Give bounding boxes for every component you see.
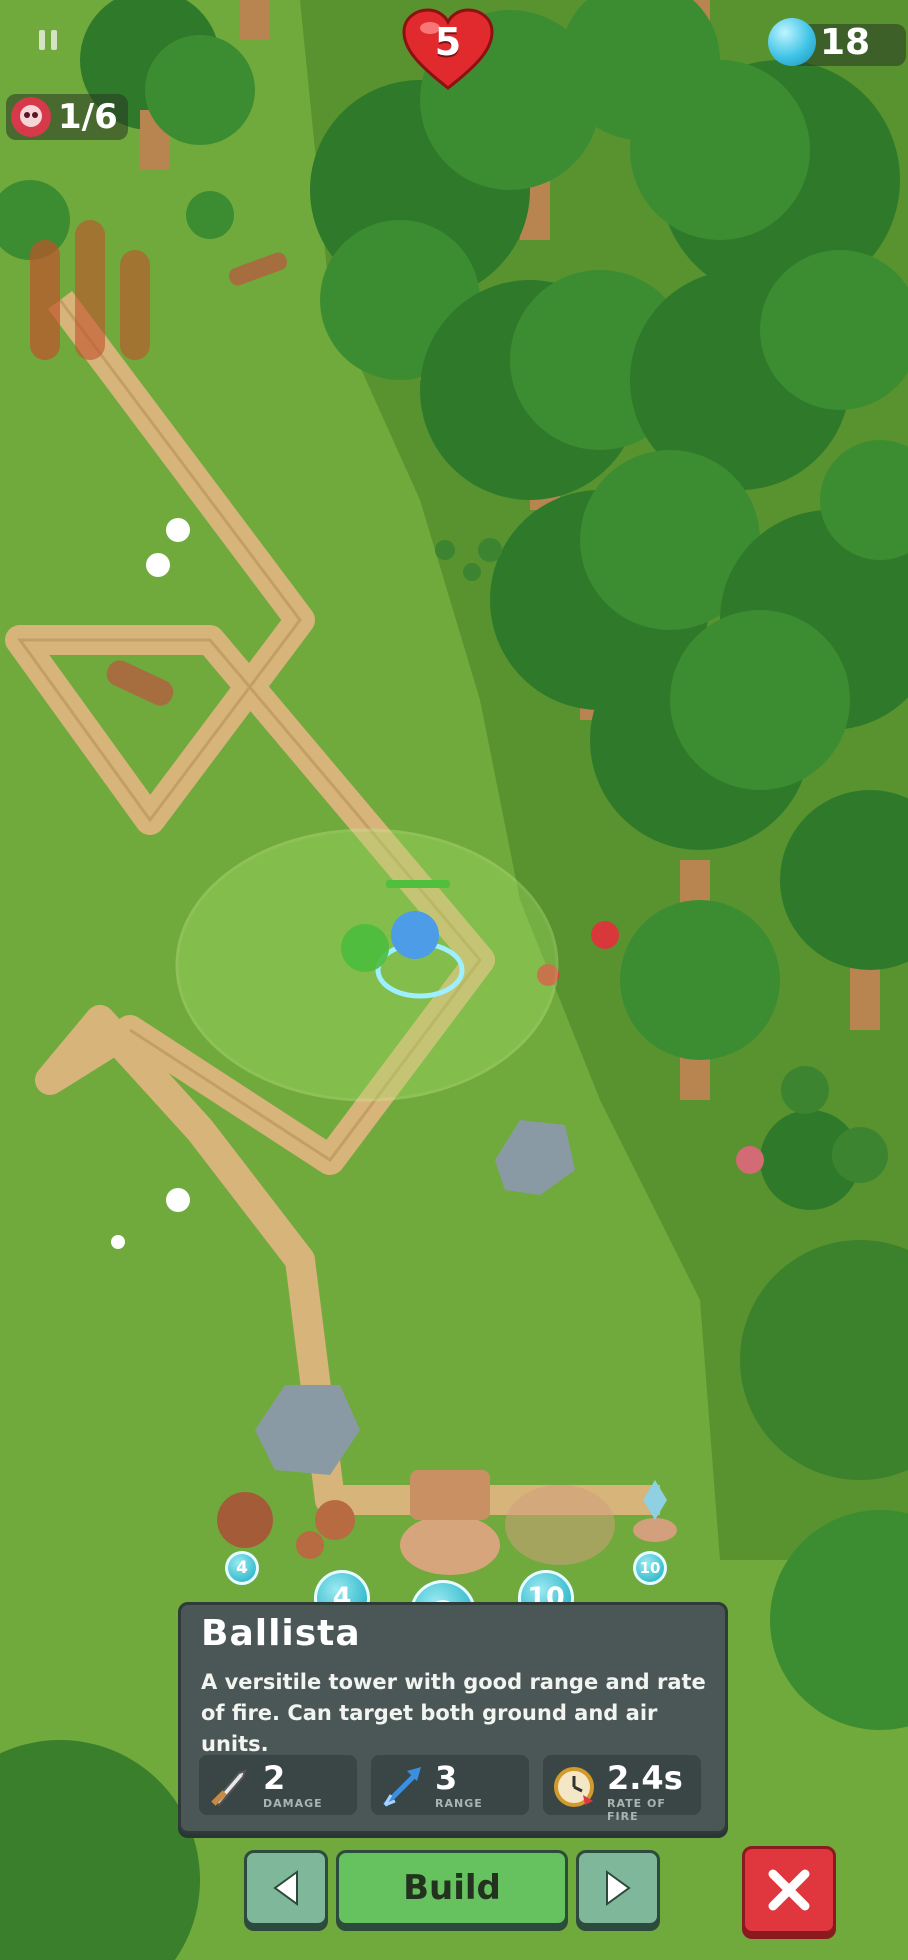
clock-icon bbox=[554, 1767, 594, 1807]
stat-range: 3 RANGE bbox=[371, 1755, 529, 1815]
chevron-right-icon bbox=[606, 1870, 631, 1906]
tower-info-panel: Ballista A versitile tower with good ran… bbox=[178, 1602, 728, 1834]
tower-name: Ballista bbox=[201, 1613, 361, 1654]
stat-range-value: 3 bbox=[435, 1759, 458, 1797]
chevron-left-icon bbox=[273, 1870, 298, 1906]
stat-rate-of-fire-label: RATE OF FIRE bbox=[607, 1797, 666, 1823]
stat-damage-value: 2 bbox=[263, 1759, 286, 1797]
stat-damage: 2 DAMAGE bbox=[199, 1755, 357, 1815]
pause-button[interactable] bbox=[30, 22, 66, 58]
close-icon bbox=[768, 1869, 810, 1911]
close-button[interactable] bbox=[742, 1846, 836, 1934]
tower-description: A versitile tower with good range and ra… bbox=[201, 1670, 706, 1756]
gem-icon bbox=[768, 18, 816, 66]
wave-text: 1/6 bbox=[58, 97, 118, 137]
next-tower-button[interactable] bbox=[576, 1850, 660, 1926]
tower-cost-bubble[interactable]: 10 bbox=[633, 1551, 667, 1585]
pause-icon bbox=[39, 30, 45, 50]
wave-counter: 1/6 bbox=[6, 94, 128, 140]
build-button[interactable]: Build bbox=[336, 1850, 568, 1926]
skull-icon bbox=[11, 97, 51, 137]
gem-count: 18 bbox=[820, 22, 871, 63]
previous-tower-button[interactable] bbox=[244, 1850, 328, 1926]
stat-damage-label: DAMAGE bbox=[263, 1797, 323, 1810]
tower-cost-bubble[interactable]: 4 bbox=[225, 1551, 259, 1585]
sword-icon bbox=[211, 1769, 247, 1807]
gem-counter: 18 bbox=[768, 18, 908, 68]
lives-display: 5 bbox=[400, 8, 496, 92]
stat-rate-of-fire: 2.4s RATE OF FIRE bbox=[543, 1755, 701, 1823]
arrow-icon bbox=[383, 1767, 421, 1807]
stat-range-label: RANGE bbox=[435, 1797, 483, 1810]
lives-count: 5 bbox=[434, 20, 462, 64]
stat-rate-of-fire-value: 2.4s bbox=[607, 1759, 683, 1797]
